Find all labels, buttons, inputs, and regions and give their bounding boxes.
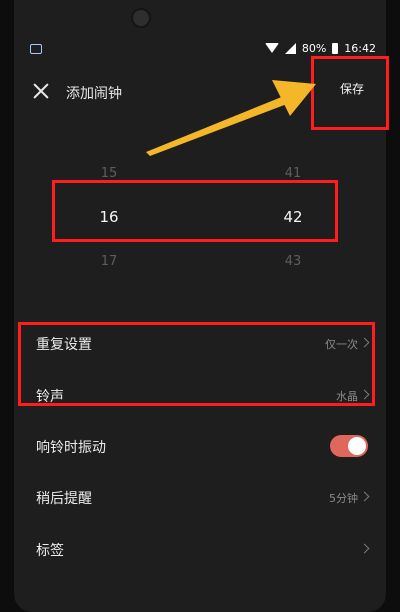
signal-icon	[284, 42, 296, 54]
minute-next: 43	[284, 254, 302, 269]
vibrate-toggle[interactable]	[330, 435, 368, 457]
wifi-icon	[264, 43, 279, 53]
app-notification-icon	[30, 44, 42, 54]
chevron-right-icon	[359, 491, 370, 502]
setting-snooze[interactable]: 稍后提醒 5分钟	[14, 482, 386, 512]
highlight-time-box	[52, 180, 338, 242]
close-icon[interactable]	[32, 82, 50, 100]
highlight-save-box	[311, 56, 389, 130]
hour-picker[interactable]: 15	[98, 166, 120, 181]
toggle-knob	[348, 437, 366, 455]
setting-label: 响铃时振动	[36, 440, 106, 456]
battery-percent: 80%	[301, 41, 327, 55]
setting-value: 5分钟	[329, 492, 358, 505]
status-bar: 80% 16:42	[264, 41, 376, 55]
setting-label: 标签	[36, 543, 64, 559]
hour-prev: 15	[100, 166, 118, 181]
minute-prev: 41	[284, 166, 302, 181]
highlight-settings-box	[18, 322, 375, 406]
setting-vibrate: 响铃时振动	[14, 431, 386, 461]
front-camera	[131, 8, 151, 28]
setting-tag[interactable]: 标签	[14, 534, 386, 564]
hour-next: 17	[100, 254, 118, 269]
page-title: 添加闹钟	[66, 86, 122, 102]
battery-icon	[332, 42, 339, 54]
chevron-right-icon	[359, 543, 370, 554]
status-time: 16:42	[344, 41, 376, 55]
setting-label: 稍后提醒	[36, 491, 92, 507]
